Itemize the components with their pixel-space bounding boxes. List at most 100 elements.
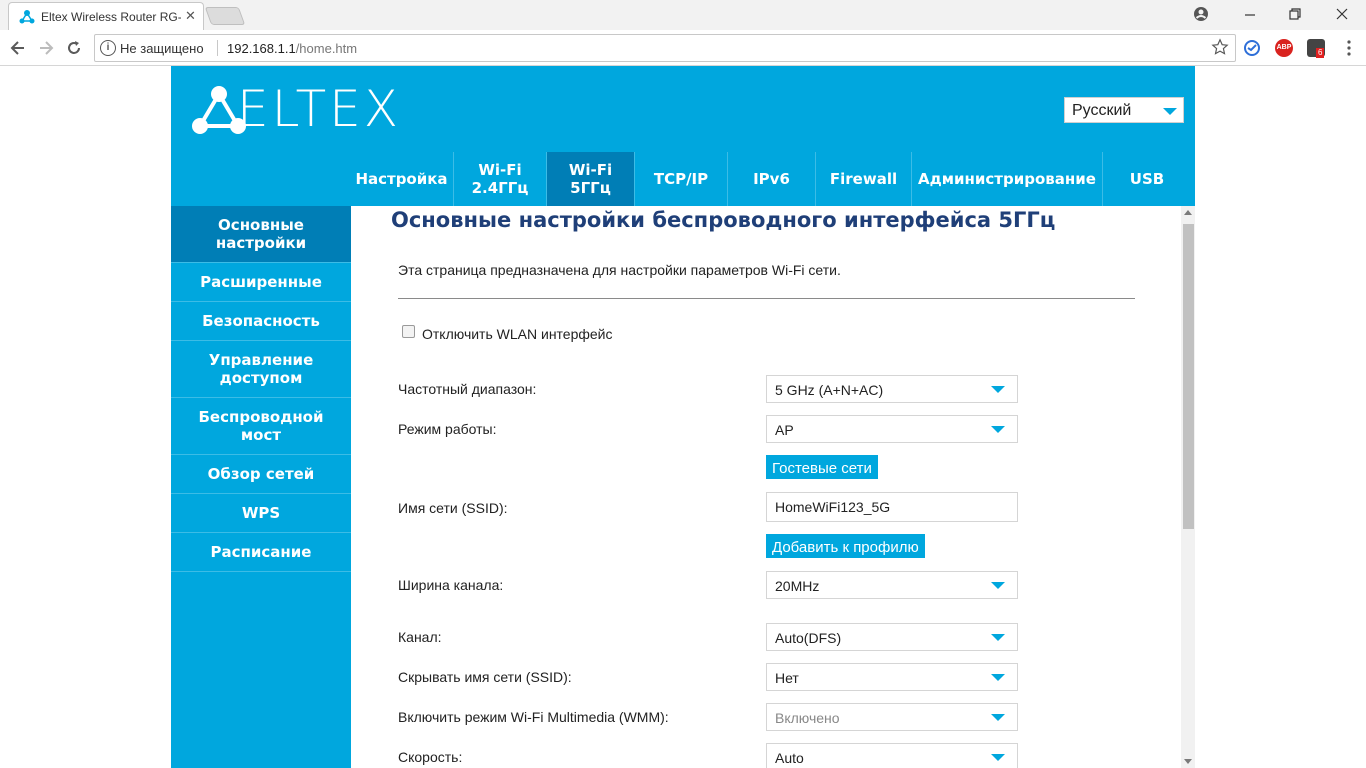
sidebar-item-basic[interactable]: Основные настройки [171,206,351,263]
sidebar-item-security[interactable]: Безопасность [171,302,351,341]
scroll-down-icon[interactable] [1184,759,1192,764]
mode-value: AP [775,422,794,438]
language-value: Русский [1072,102,1132,119]
sidebar-item-label: WPS [241,504,281,522]
sidebar-item-advanced[interactable]: Расширенные [171,263,351,302]
mode-label: Режим работы: [398,421,497,437]
url-host: 192.168.1.1 [227,41,296,56]
chevron-down-icon [991,754,1005,761]
adblock-icon[interactable]: ABP [1275,39,1293,57]
main-content: Основные настройки беспроводного интерфе… [351,206,1181,768]
tab-administration[interactable]: Администрирование [912,152,1103,206]
sidebar-item-label: Расширенные [200,273,322,291]
chevron-down-icon [991,674,1005,681]
address-separator [217,40,218,56]
divider [398,298,1135,299]
info-icon[interactable]: i [100,40,116,56]
language-select[interactable]: Русский [1064,97,1184,123]
restore-icon[interactable] [1285,4,1305,24]
scrollbar-thumb[interactable] [1183,224,1194,529]
mode-select[interactable]: AP [766,415,1018,443]
tab-tcpip[interactable]: TCP/IP [635,152,728,206]
speed-value: Auto [775,750,804,766]
wmm-label: Включить режим Wi-Fi Multimedia (WMM): [398,709,669,725]
tab-label: Firewall [829,170,898,188]
new-tab-button[interactable] [204,7,246,25]
tab-label: Настройка [355,170,448,188]
channel-select[interactable]: Auto(DFS) [766,623,1018,651]
hide-ssid-select[interactable]: Нет [766,663,1018,691]
tab-ipv6[interactable]: IPv6 [728,152,816,206]
band-label: Частотный диапазон: [398,381,537,397]
hide-ssid-value: Нет [775,670,799,686]
eltex-logo-text: ELTEX [237,80,401,138]
page-title: Основные настройки беспроводного интерфе… [391,208,1056,232]
tab-usb[interactable]: USB [1103,152,1191,206]
sidebar-item-schedule[interactable]: Расписание [171,533,351,572]
sidebar-item-site-survey[interactable]: Обзор сетей [171,455,351,494]
tab-wifi-5[interactable]: Wi-Fi 5ГГц [547,152,635,206]
address-bar[interactable]: i Не защищено 192.168.1.1/home.htm [94,34,1236,62]
sidebar-item-label: Расписание [210,543,312,561]
ssid-input[interactable]: HomeWiFi123_5G [766,492,1018,522]
add-to-profile-button[interactable]: Добавить к профилю [766,534,925,558]
browser-toolbar: i Не защищено 192.168.1.1/home.htm ABP 6 [0,30,1366,66]
sidebar-item-label: Управление доступом [208,351,314,387]
channel-value: Auto(DFS) [775,630,842,646]
chevron-down-icon [991,426,1005,433]
extension-badge-count: 6 [1316,48,1325,58]
hide-ssid-label: Скрывать имя сети (SSID): [398,669,572,685]
chevron-down-icon [991,714,1005,721]
forward-arrow-icon[interactable] [36,38,56,58]
router-header: ELTEX Русский Настройка Wi-Fi 2.4ГГц Wi-… [171,66,1195,206]
speed-select[interactable]: Auto [766,743,1018,768]
extension-badge-icon[interactable]: 6 [1307,39,1325,58]
sidebar-item-wireless-bridge[interactable]: Беспроводной мост [171,398,351,455]
minimize-icon[interactable] [1240,4,1260,24]
extension-sync-icon[interactable] [1243,39,1261,57]
sidebar-item-access-control[interactable]: Управление доступом [171,341,351,398]
profile-icon[interactable] [1191,4,1211,24]
ssid-value: HomeWiFi123_5G [775,499,891,515]
disable-wlan-checkbox[interactable] [402,325,415,338]
close-window-icon[interactable] [1332,4,1352,24]
adblock-label: ABP [1276,44,1292,51]
band-select[interactable]: 5 GHz (A+N+AC) [766,375,1018,403]
back-arrow-icon[interactable] [8,38,28,58]
tab-label: Администрирование [918,170,1096,188]
browser-tab[interactable]: Eltex Wireless Router RG- ✕ [8,2,204,30]
bookmark-star-icon[interactable] [1211,38,1229,56]
content-scrollbar[interactable] [1181,206,1195,768]
scroll-up-icon[interactable] [1184,210,1192,215]
url-text[interactable]: 192.168.1.1/home.htm [227,41,357,56]
channel-width-select[interactable]: 20MHz [766,571,1018,599]
tab-label: Wi-Fi 2.4ГГц [471,161,529,197]
tab-firewall[interactable]: Firewall [816,152,912,206]
reload-icon[interactable] [64,38,84,58]
close-tab-icon[interactable]: ✕ [185,8,196,24]
tab-settings[interactable]: Настройка [350,152,454,206]
chevron-down-icon [991,582,1005,589]
sidebar: Основные настройки Расширенные Безопасно… [171,206,351,768]
security-label: Не защищено [120,41,204,56]
chevron-down-icon [991,386,1005,393]
eltex-favicon-icon [19,10,35,24]
page-description: Эта страница предназначена для настройки… [398,262,841,278]
sidebar-item-wps[interactable]: WPS [171,494,351,533]
sidebar-item-label: Обзор сетей [207,465,315,483]
channel-width-value: 20MHz [775,578,820,594]
ssid-label: Имя сети (SSID): [398,500,508,516]
guest-networks-button[interactable]: Гостевые сети [766,455,878,479]
browser-menu-icon[interactable] [1346,38,1352,58]
wmm-value: Включено [775,710,840,726]
chevron-down-icon [1163,108,1177,115]
browser-tab-strip: Eltex Wireless Router RG- ✕ [0,0,1366,30]
disable-wlan-label: Отключить WLAN интерфейс [422,326,613,342]
tab-label: IPv6 [753,170,790,188]
channel-label: Канал: [398,629,442,645]
wmm-select[interactable]: Включено [766,703,1018,731]
chevron-down-icon [991,634,1005,641]
tab-label: USB [1129,170,1165,188]
tab-wifi-24[interactable]: Wi-Fi 2.4ГГц [454,152,547,206]
channel-width-label: Ширина канала: [398,577,504,593]
